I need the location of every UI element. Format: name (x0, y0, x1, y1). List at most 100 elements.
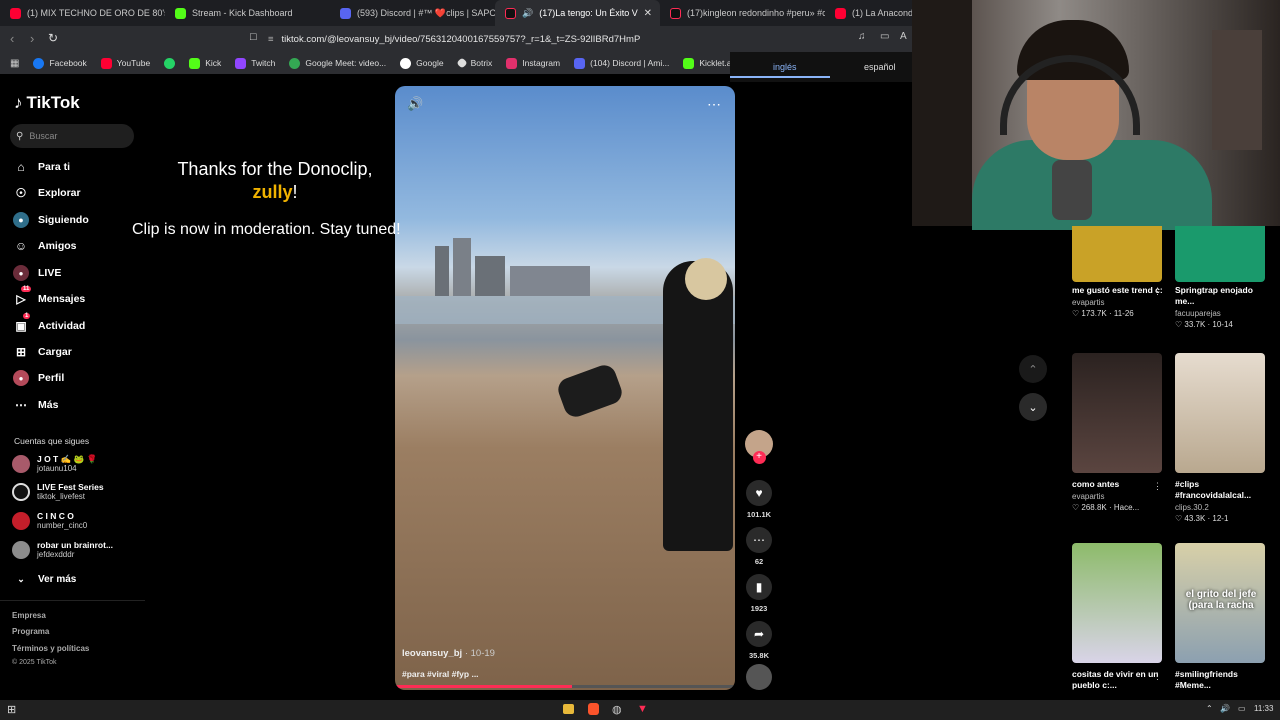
follow-plus-icon[interactable]: + (752, 451, 766, 464)
apps-grid-icon[interactable]: ▦ (10, 58, 19, 69)
following-account[interactable]: J O T ✍️ 🐸 🌹 jotaunu104 (12, 454, 97, 474)
streaming-app-icon[interactable]: ▼ (637, 703, 648, 715)
video-stats: ♡ 173.7K · 11-26 (1072, 309, 1134, 318)
bookmark-instagram[interactable]: Instagram (506, 57, 561, 69)
windows-start-icon[interactable]: ⊞ (7, 703, 16, 716)
donation-moderation-text: Clip is now in moderation. Stay tuned! (132, 221, 401, 238)
search-input[interactable]: ⚲ Buscar (10, 124, 134, 148)
video-hashtags[interactable]: #para #viral #fyp ... (402, 669, 479, 679)
video-author: facuuparejas (1175, 309, 1221, 318)
back-icon[interactable]: ‹ (10, 31, 14, 46)
nav-para-ti[interactable]: ⌂ Para ti (13, 159, 70, 175)
avatar (12, 541, 30, 559)
bookmark-label: Instagram (522, 58, 561, 68)
bookmark-google[interactable]: Google (400, 57, 444, 69)
following-account[interactable]: robar un brainrot... jefdexdddr (12, 540, 113, 560)
nav-cargar[interactable]: ⊞ Cargar (13, 344, 72, 360)
streamer-webcam (912, 0, 1280, 230)
comment-button[interactable]: ⋯ 62 (742, 527, 776, 566)
recommended-video-card[interactable]: como antes ⋮ evapartis ♡ 268.8K · Hace..… (1072, 353, 1164, 513)
see-more-button[interactable]: ⌄ Ver más (13, 571, 76, 587)
nav-mas[interactable]: ⋯ Más (13, 397, 58, 413)
footer-link-programa[interactable]: Programa (12, 627, 49, 636)
obs-icon[interactable]: ◍ (612, 703, 622, 716)
following-account[interactable]: C I N C Onumber_cinc0 (12, 511, 87, 531)
video-player[interactable]: 🔊 ⋯ leovansuy_bj · 10-19 #para #viral #f… (395, 86, 735, 690)
translate-option-spanish[interactable]: español (864, 62, 896, 72)
bookmark-label: Kick (205, 58, 222, 68)
translate-icon[interactable]: A (900, 31, 907, 42)
nav-mensajes[interactable]: ▷ 11 Mensajes (13, 286, 85, 307)
video-author[interactable]: leovansuy_bj (402, 648, 462, 659)
translate-option-english[interactable]: inglés (773, 62, 797, 72)
nav-perfil[interactable]: ● Perfil (13, 370, 64, 386)
bookmark-star-icon[interactable]: □ (250, 31, 257, 43)
nav-label: Para ti (38, 161, 71, 173)
tiktok-sidebar: ♪ TikTok ⚲ Buscar ⌂ Para ti ☉ Explorar ● Sigu… (0, 82, 145, 682)
volume-icon[interactable]: 🔊 (407, 96, 423, 112)
activity-badge: 1 (23, 313, 31, 319)
next-video-button[interactable]: ⌄ (1019, 393, 1047, 421)
bookmark-kicklet[interactable]: Kicklet.app - Kick C... (683, 57, 730, 69)
author-avatar-button[interactable]: + (742, 430, 776, 464)
browser-tab-discord[interactable]: (593) Discord | #™ ❤️clips | SAPOLIO (330, 0, 495, 26)
video-scene-building (435, 246, 449, 296)
recommended-video-card[interactable]: Springtrap enojado me... facuuparejas ♡ … (1175, 226, 1267, 330)
close-tab-icon[interactable]: ✕ (644, 8, 652, 19)
whatsapp-icon (164, 57, 176, 69)
recommended-video-card[interactable]: me gustó este trend c: ⋮ evapartis ♡ 173… (1072, 226, 1164, 319)
network-tray-icon[interactable]: ▭ (1238, 704, 1246, 713)
kick-icon (189, 57, 201, 69)
more-options-icon[interactable]: ⋮ (1153, 671, 1162, 682)
media-icon[interactable]: ♫ (858, 31, 866, 42)
nav-amigos[interactable]: ☺ Amigos (13, 238, 77, 254)
footer-link-terminos[interactable]: Términos y políticas (12, 644, 89, 653)
video-stats: ♡ 268.8K · Hace... (1072, 503, 1140, 512)
brave-browser-icon[interactable] (588, 703, 599, 715)
address-bar[interactable]: ≡ tiktok.com/@leovansuy_bj/video/7563120… (268, 29, 918, 49)
nav-actividad[interactable]: ▣ 1 Actividad (13, 313, 85, 334)
tiktok-logo[interactable]: ♪ TikTok (14, 93, 80, 113)
recommended-video-card[interactable]: cositas de vivir en un pueblo c:... ⋮ (1072, 543, 1164, 691)
windows-taskbar: ⊞ ◍ ▼ ⌃ 🔊 ▭ 11:33 (0, 700, 1280, 720)
bookmark-kick[interactable]: Kick (189, 57, 222, 69)
browser-tab-tiktok-active[interactable]: 🔊 (17)La tengo: Un Éxito Viral q ✕ (495, 0, 660, 26)
volume-tray-icon[interactable]: 🔊 (1220, 704, 1230, 713)
sound-disc-button[interactable] (742, 664, 776, 690)
forward-icon[interactable]: › (30, 31, 34, 46)
cast-icon[interactable]: ▭ (880, 31, 889, 42)
footer-link-empresa[interactable]: Empresa (12, 611, 46, 620)
bookmark-whatsapp[interactable] (164, 57, 176, 69)
more-options-icon[interactable]: ⋮ (1153, 286, 1162, 297)
bookmark-discord[interactable]: (104) Discord | Ami... (574, 57, 669, 69)
nav-live[interactable]: ● LIVE (13, 265, 61, 281)
nav-siguiendo[interactable]: ● Siguiendo (13, 212, 89, 228)
browser-tab-kick-dashboard[interactable]: Stream - Kick Dashboard (165, 0, 330, 26)
bookmark-youtube[interactable]: YouTube (100, 57, 150, 69)
file-explorer-icon[interactable] (563, 704, 574, 714)
bookmark-facebook[interactable]: Facebook (33, 57, 87, 69)
tray-chevron-up-icon[interactable]: ⌃ (1206, 704, 1213, 713)
bookmark-google-meet[interactable]: Google Meet: video... (289, 57, 386, 69)
browser-tab-tiktok-kingleon[interactable]: (17)kingleon redondinho #peru» #c (660, 0, 825, 26)
following-account[interactable]: LIVE Fest Series tiktok_livefest (12, 482, 104, 502)
more-options-icon[interactable]: ⋯ (707, 96, 721, 113)
comment-count: 62 (754, 557, 764, 566)
more-options-icon[interactable]: ⋮ (1153, 481, 1162, 492)
reload-icon[interactable]: ↻ (48, 31, 58, 45)
recommended-video-card[interactable]: #clips #francovidalalcal... clips.30.2 ♡… (1175, 353, 1267, 524)
bookmark-twitch[interactable]: Twitch (235, 57, 275, 69)
video-scene-person (663, 261, 733, 551)
recommended-video-card[interactable]: el grito del jefe (para la racha #smilin… (1175, 543, 1267, 691)
browser-tab-youtube-anaconda[interactable]: (1) La Anaconda se (825, 0, 915, 26)
share-button[interactable]: ➦ 35.8K (742, 621, 776, 660)
previous-video-button[interactable]: ⌃ (1019, 355, 1047, 383)
bookmark-botrix[interactable]: Botrix (455, 57, 492, 69)
site-settings-icon[interactable]: ≡ (268, 34, 274, 45)
save-button[interactable]: ▮ 1923 (742, 574, 776, 613)
video-progress-bar[interactable] (395, 685, 735, 688)
nav-explorar[interactable]: ☉ Explorar (13, 185, 81, 201)
like-button[interactable]: ♥ 101.1K (742, 480, 776, 519)
taskbar-clock[interactable]: 11:33 (1254, 704, 1273, 713)
browser-tab-youtube-mix[interactable]: (1) MIX TECHNO DE ORO DE 80's & 9 (0, 0, 165, 26)
